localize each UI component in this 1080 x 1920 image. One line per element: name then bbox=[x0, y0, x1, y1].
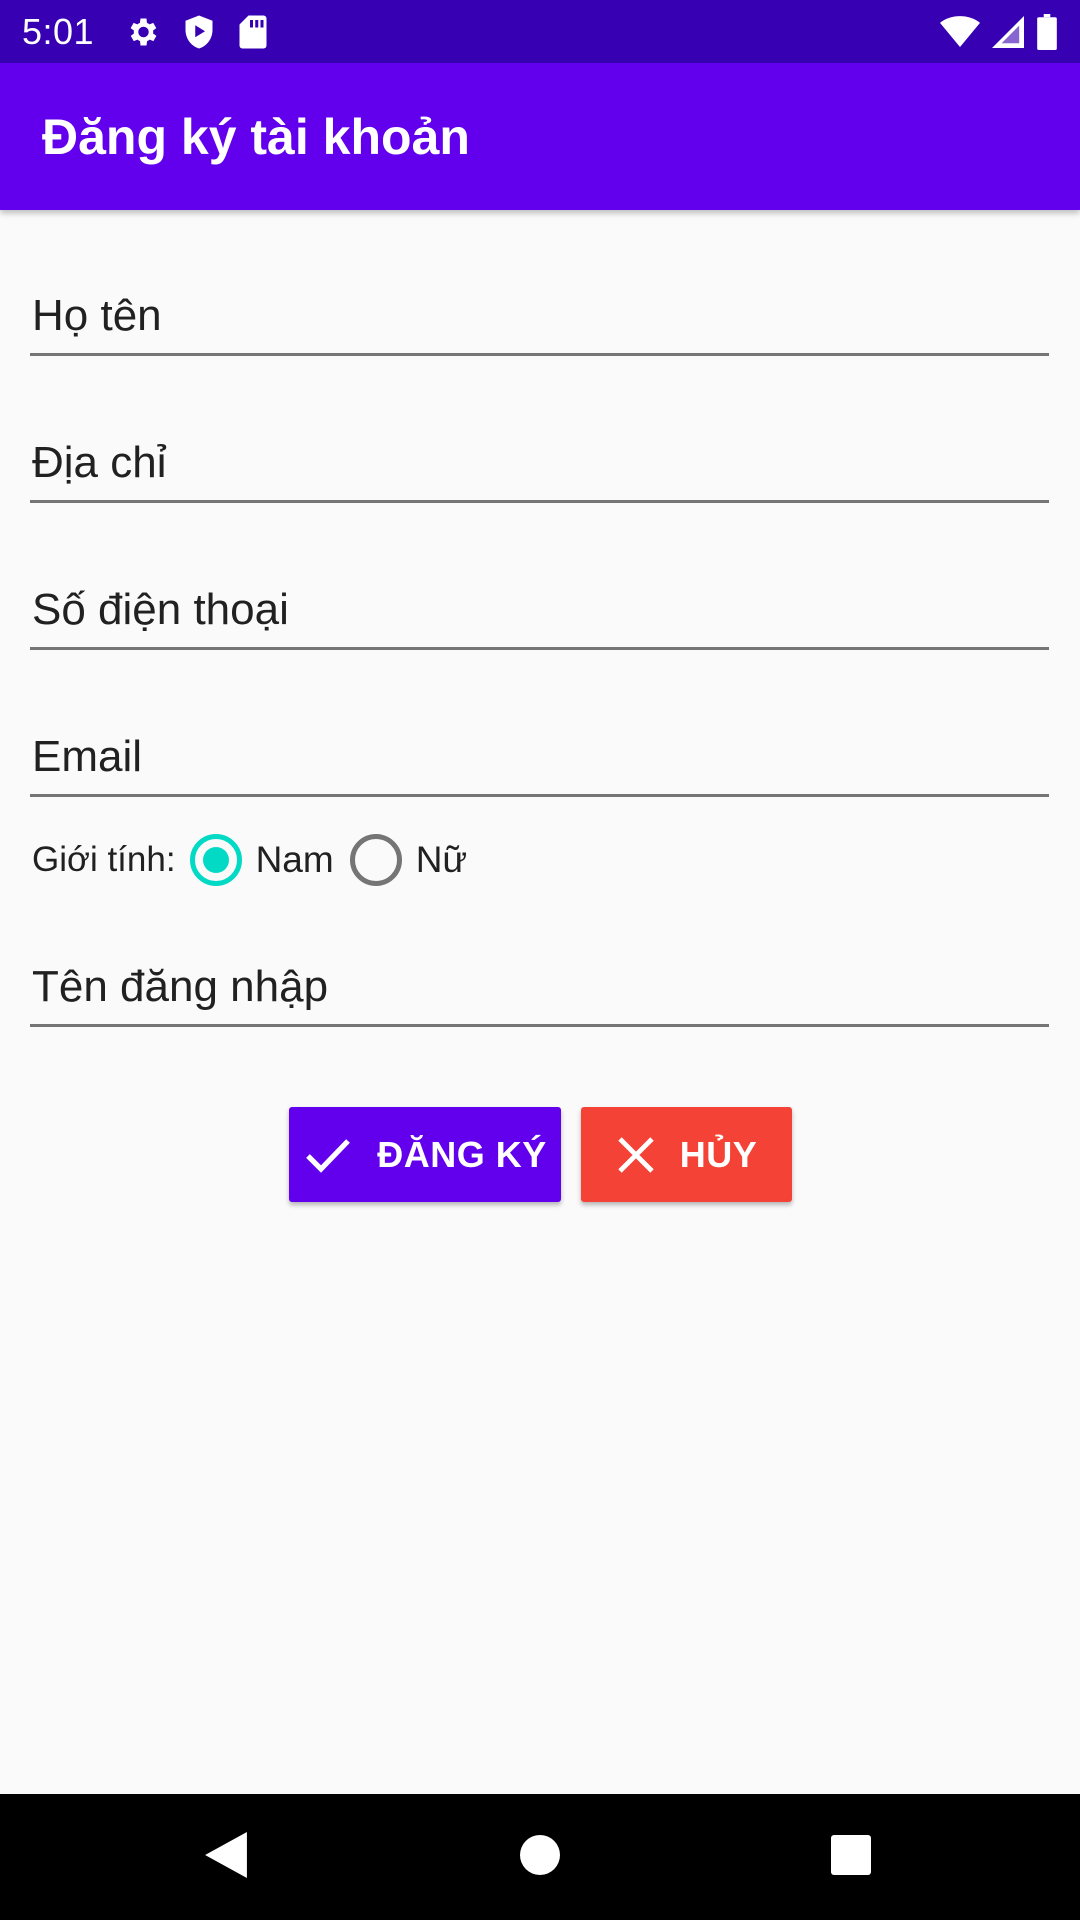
status-bar: 5:01 bbox=[0, 0, 1080, 63]
navigation-bar bbox=[0, 1794, 1080, 1920]
status-time: 5:01 bbox=[22, 10, 95, 52]
wifi-icon bbox=[940, 15, 980, 49]
phone-field[interactable] bbox=[30, 585, 1049, 650]
address-input[interactable] bbox=[32, 438, 1049, 488]
sd-card-icon bbox=[238, 14, 268, 50]
register-button-label: ĐĂNG KÝ bbox=[377, 1133, 547, 1175]
check-icon bbox=[303, 1135, 377, 1175]
recents-icon bbox=[831, 1834, 871, 1880]
status-left-icons bbox=[124, 14, 268, 50]
full-name-field[interactable] bbox=[30, 291, 1049, 356]
full-name-input[interactable] bbox=[32, 291, 1049, 341]
register-button[interactable]: ĐĂNG KÝ bbox=[289, 1107, 561, 1202]
app-title: Đăng ký tài khoản bbox=[42, 108, 470, 165]
app-bar: Đăng ký tài khoản bbox=[0, 63, 1080, 210]
home-icon bbox=[520, 1834, 560, 1880]
shield-play-icon bbox=[182, 14, 216, 50]
cancel-button-label: HỦY bbox=[679, 1133, 758, 1175]
back-icon bbox=[205, 1831, 247, 1883]
settings-icon bbox=[124, 14, 160, 50]
battery-icon bbox=[1036, 13, 1058, 50]
screen: 5:01 Đăng ký tài khoản Họ tên Địa chỉ Số… bbox=[0, 0, 1080, 1920]
home-button[interactable] bbox=[470, 1794, 610, 1920]
radio-button-unchecked[interactable] bbox=[349, 834, 402, 886]
cancel-button[interactable]: HỦY bbox=[581, 1107, 792, 1202]
gender-row: Giới tính: Nam Nữ bbox=[32, 830, 483, 890]
signal-icon bbox=[992, 15, 1024, 49]
close-icon bbox=[616, 1135, 680, 1175]
phone-input[interactable] bbox=[32, 585, 1049, 635]
radio-button-checked[interactable] bbox=[189, 834, 242, 886]
recents-button[interactable] bbox=[781, 1794, 921, 1920]
gender-option-label: Nữ bbox=[415, 839, 468, 880]
gender-option-male[interactable]: Nam bbox=[189, 834, 334, 886]
gender-option-label: Nam bbox=[255, 839, 334, 880]
username-field[interactable] bbox=[30, 962, 1049, 1027]
back-button[interactable] bbox=[156, 1794, 296, 1920]
email-input[interactable] bbox=[32, 732, 1049, 782]
email-field[interactable] bbox=[30, 732, 1049, 797]
status-right-icons bbox=[940, 13, 1058, 50]
username-input[interactable] bbox=[32, 962, 1049, 1012]
address-field[interactable] bbox=[30, 438, 1049, 503]
gender-option-female[interactable]: Nữ bbox=[349, 834, 468, 886]
gender-label: Giới tính: bbox=[32, 840, 176, 879]
